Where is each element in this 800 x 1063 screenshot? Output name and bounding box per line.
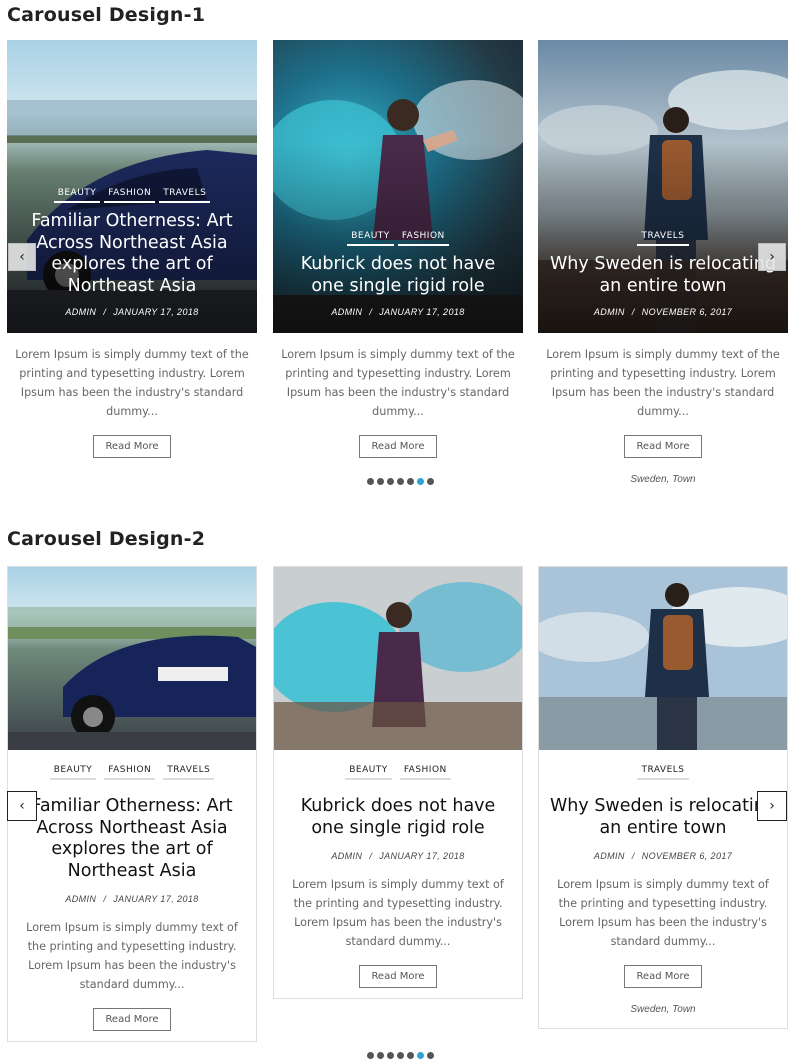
post-date: NOVEMBER 6, 2017 [641,851,733,861]
carousel-card: BEAUTY FASHION Kubrick does not have one… [273,40,523,458]
read-more-button[interactable]: Read More [359,965,437,988]
post-image-car[interactable] [8,567,256,750]
chevron-right-icon: › [769,249,775,265]
category-tag[interactable]: FASHION [397,231,449,246]
post-title[interactable]: Why Sweden is relocating an entire town [548,254,778,297]
post-title[interactable]: Kubrick does not have one single rigid r… [283,254,513,297]
read-more-button[interactable]: Read More [359,435,437,458]
carousel-prev-button[interactable]: ‹ [8,243,36,271]
pagination-dot[interactable] [406,478,414,485]
post-author[interactable]: ADMIN [594,851,625,861]
post-tags[interactable]: Sweden, Town [547,1004,779,1015]
car-illustration [8,607,256,750]
section-title-design-1: Carousel Design-1 [7,4,206,26]
post-excerpt: Lorem Ipsum is simply dummy text of the … [546,348,780,418]
category-tag[interactable]: BEAUTY [53,188,101,203]
post-date: JANUARY 17, 2018 [379,307,465,317]
category-tag[interactable]: FASHION [399,765,451,780]
category-tag[interactable]: FASHION [104,188,156,203]
post-date: JANUARY 17, 2018 [113,894,199,904]
carousel-next-button[interactable]: › [758,243,786,271]
post-date: NOVEMBER 6, 2017 [641,307,733,317]
read-more-button[interactable]: Read More [93,1008,171,1031]
carousel-next-button[interactable]: › [757,791,787,821]
post-title[interactable]: Familiar Otherness: Art Across Northeast… [17,211,247,297]
pagination-dot[interactable] [406,1052,414,1059]
category-tag[interactable]: TRAVELS [637,231,689,246]
post-author[interactable]: ADMIN [65,307,96,317]
post-author[interactable]: ADMIN [331,307,362,317]
category-tag[interactable]: TRAVELS [159,188,211,203]
post-author[interactable]: ADMIN [594,307,625,317]
pagination-dot[interactable] [386,1052,394,1059]
chevron-right-icon: › [769,798,775,814]
post-title[interactable]: Kubrick does not have one single rigid r… [282,796,514,839]
pagination-dot[interactable] [416,1052,424,1059]
read-more-button[interactable]: Read More [624,965,702,988]
pagination-dot[interactable] [416,478,424,485]
smoke-illustration [274,567,522,750]
post-excerpt: Lorem Ipsum is simply dummy text of the … [26,921,238,991]
pagination-dot[interactable] [386,478,394,485]
category-tag[interactable]: FASHION [104,765,156,780]
carousel-pagination [0,1052,800,1059]
category-tag[interactable]: TRAVELS [163,765,215,780]
category-tag[interactable]: TRAVELS [637,765,689,780]
post-image-smoke[interactable] [274,567,522,750]
post-author[interactable]: ADMIN [65,894,96,904]
carousel-card: TRAVELS Why Sweden is relocating an enti… [538,566,788,1029]
category-tag[interactable]: BEAUTY [345,765,392,780]
post-date: JANUARY 17, 2018 [379,851,465,861]
post-image-smoke[interactable]: BEAUTY FASHION Kubrick does not have one… [273,40,523,333]
chevron-left-icon: ‹ [19,798,25,814]
read-more-button[interactable]: Read More [624,435,702,458]
category-tag[interactable]: BEAUTY [49,765,97,780]
pagination-dot[interactable] [426,478,434,485]
post-excerpt: Lorem Ipsum is simply dummy text of the … [281,348,515,418]
carousel-card: BEAUTY FASHION TRAVELS Familiar Othernes… [7,40,257,458]
read-more-button[interactable]: Read More [93,435,171,458]
chevron-left-icon: ‹ [19,249,25,265]
pagination-dot[interactable] [376,1052,384,1059]
carousel-card: TRAVELS Why Sweden is relocating an enti… [538,40,788,485]
post-title[interactable]: Familiar Otherness: Art Across Northeast… [16,796,248,882]
pagination-dot[interactable] [396,478,404,485]
carousel-prev-button[interactable]: ‹ [7,791,37,821]
post-excerpt: Lorem Ipsum is simply dummy text of the … [15,348,249,418]
section-title-design-2: Carousel Design-2 [7,528,206,550]
post-image-car[interactable]: BEAUTY FASHION TRAVELS Familiar Othernes… [7,40,257,333]
post-excerpt: Lorem Ipsum is simply dummy text of the … [557,878,769,948]
post-image-traveler[interactable]: TRAVELS Why Sweden is relocating an enti… [538,40,788,333]
carousel-pagination [0,478,800,485]
post-date: JANUARY 17, 2018 [113,307,199,317]
post-title[interactable]: Why Sweden is relocating an entire town [547,796,779,839]
carousel-card: BEAUTY FASHION Kubrick does not have one… [273,566,523,999]
pagination-dot[interactable] [376,478,384,485]
post-author[interactable]: ADMIN [331,851,362,861]
post-image-traveler[interactable] [539,567,787,750]
category-tag[interactable]: BEAUTY [347,231,394,246]
traveler-illustration [539,567,787,750]
pagination-dot[interactable] [366,1052,374,1059]
pagination-dot[interactable] [396,1052,404,1059]
pagination-dot[interactable] [366,478,374,485]
pagination-dot[interactable] [426,1052,434,1059]
post-excerpt: Lorem Ipsum is simply dummy text of the … [292,878,504,948]
carousel-card: BEAUTY FASHION TRAVELS Familiar Othernes… [7,566,257,1042]
